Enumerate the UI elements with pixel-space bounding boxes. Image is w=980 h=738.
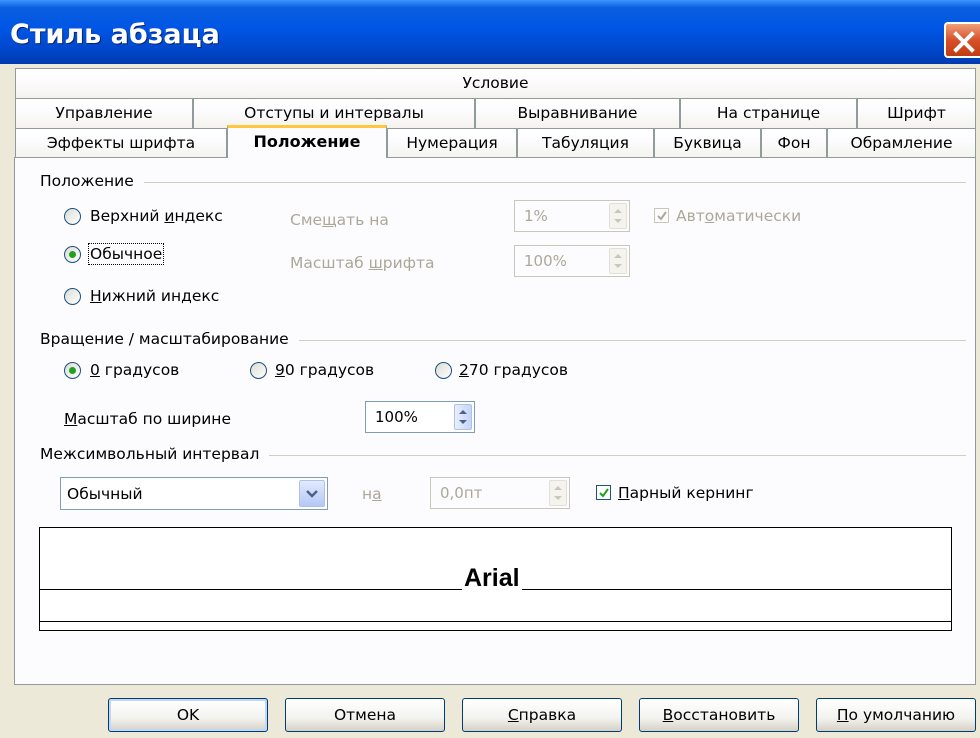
tab-label: Табуляция: [542, 134, 629, 152]
cancel-button[interactable]: Отмена: [285, 698, 445, 732]
group-separator: [40, 182, 966, 183]
tab-label: Шрифт: [887, 104, 946, 122]
tab-drop-caps[interactable]: Буквица: [654, 128, 761, 158]
raise-by-value: 1%: [524, 207, 548, 225]
spin-arrows-icon[interactable]: [609, 248, 627, 274]
group-title-spacing: Межсимвольный интервал: [40, 445, 270, 463]
tab-label: Отступы и интервалы: [244, 104, 424, 122]
default-button[interactable]: По умолчанию: [816, 698, 976, 732]
checkmark-icon: [599, 488, 609, 498]
superscript-radio[interactable]: [64, 208, 81, 225]
tab-font[interactable]: Шрифт: [857, 98, 976, 128]
font-scale-spinbox[interactable]: 100%: [514, 245, 630, 277]
tab-label: Условие: [462, 74, 529, 92]
width-scale-label: Масштаб по ширине: [64, 410, 231, 428]
tab-label: Управление: [55, 104, 153, 122]
tab-position[interactable]: Положение: [227, 125, 387, 158]
tab-text-flow[interactable]: На странице: [680, 98, 857, 128]
window-title: Стиль абзаца: [10, 19, 220, 50]
tab-font-effects[interactable]: Эффекты шрифта: [15, 128, 227, 158]
spin-arrows-icon[interactable]: [609, 203, 627, 229]
tab-label: Обрамление: [850, 134, 953, 152]
tab-label: Положение: [253, 132, 361, 151]
spacing-mode-combo[interactable]: Обычный: [60, 477, 328, 510]
rotate-90-radio[interactable]: [250, 362, 267, 379]
spin-arrows-icon[interactable]: [454, 404, 472, 430]
tab-borders[interactable]: Обрамление: [827, 128, 976, 158]
subscript-radio[interactable]: [64, 288, 81, 305]
rotate-0-label[interactable]: 0 градусов: [90, 361, 179, 379]
tab-tabs[interactable]: Табуляция: [517, 128, 654, 158]
spacing-by-label: на: [362, 485, 382, 503]
pair-kerning-checkbox[interactable]: [596, 485, 611, 500]
normal-label[interactable]: Обычное: [87, 243, 165, 265]
spin-arrows-icon[interactable]: [549, 480, 567, 506]
font-scale-label: Масштаб шрифта: [290, 254, 435, 272]
spacing-mode-value: Обычный: [67, 485, 143, 503]
preview-box: Arial: [39, 527, 952, 631]
tab-numbering[interactable]: Нумерация: [387, 128, 517, 158]
width-scale-spinbox[interactable]: 100%: [365, 401, 475, 433]
chevron-down-icon[interactable]: [299, 480, 325, 507]
tab-background[interactable]: Фон: [761, 128, 827, 158]
preview-line: [40, 621, 951, 622]
group-title-rotation: Вращение / масштабирование: [40, 330, 299, 348]
preview-text: Arial: [462, 564, 522, 592]
spacing-by-spinbox[interactable]: 0,0пт: [430, 477, 570, 509]
close-button[interactable]: [944, 22, 980, 58]
tab-label: Фон: [777, 134, 811, 152]
tab-label: Выравнивание: [517, 104, 638, 122]
group-title-position: Положение: [40, 172, 144, 190]
ok-button[interactable]: OK: [108, 698, 268, 732]
spacing-by-value: 0,0пт: [440, 484, 483, 502]
tab-label: Эффекты шрифта: [46, 134, 196, 152]
title-bar[interactable]: Стиль абзаца: [0, 0, 980, 64]
font-scale-value: 100%: [524, 252, 567, 270]
close-icon: [953, 31, 975, 53]
raise-by-spinbox[interactable]: 1%: [514, 200, 630, 232]
tab-alignment[interactable]: Выравнивание: [475, 98, 680, 128]
rotate-90-label[interactable]: 90 градусов: [275, 361, 374, 379]
checkmark-icon: [657, 211, 667, 221]
rotate-270-radio[interactable]: [435, 362, 452, 379]
width-scale-value: 100%: [375, 408, 418, 426]
tab-label: Нумерация: [406, 134, 498, 152]
tab-condition[interactable]: Условие: [15, 68, 976, 98]
tab-label: На странице: [716, 104, 821, 122]
rotate-270-label[interactable]: 270 градусов: [459, 361, 568, 379]
reset-button[interactable]: Восстановить: [639, 698, 799, 732]
superscript-label[interactable]: Верхний индекс: [90, 207, 223, 225]
rotate-0-radio[interactable]: [64, 362, 81, 379]
tab-management[interactable]: Управление: [15, 98, 193, 128]
automatic-checkbox[interactable]: [654, 208, 669, 223]
automatic-label[interactable]: Автоматически: [676, 207, 801, 225]
tab-label: Буквица: [673, 134, 742, 152]
normal-radio[interactable]: [64, 246, 81, 263]
tab-indents-spacing[interactable]: Отступы и интервалы: [193, 98, 475, 128]
pair-kerning-label[interactable]: Парный кернинг: [618, 484, 754, 502]
help-button[interactable]: Справка: [462, 698, 622, 732]
raise-by-label: Смещать на: [290, 211, 389, 229]
subscript-label[interactable]: Нижний индекс: [90, 287, 219, 305]
